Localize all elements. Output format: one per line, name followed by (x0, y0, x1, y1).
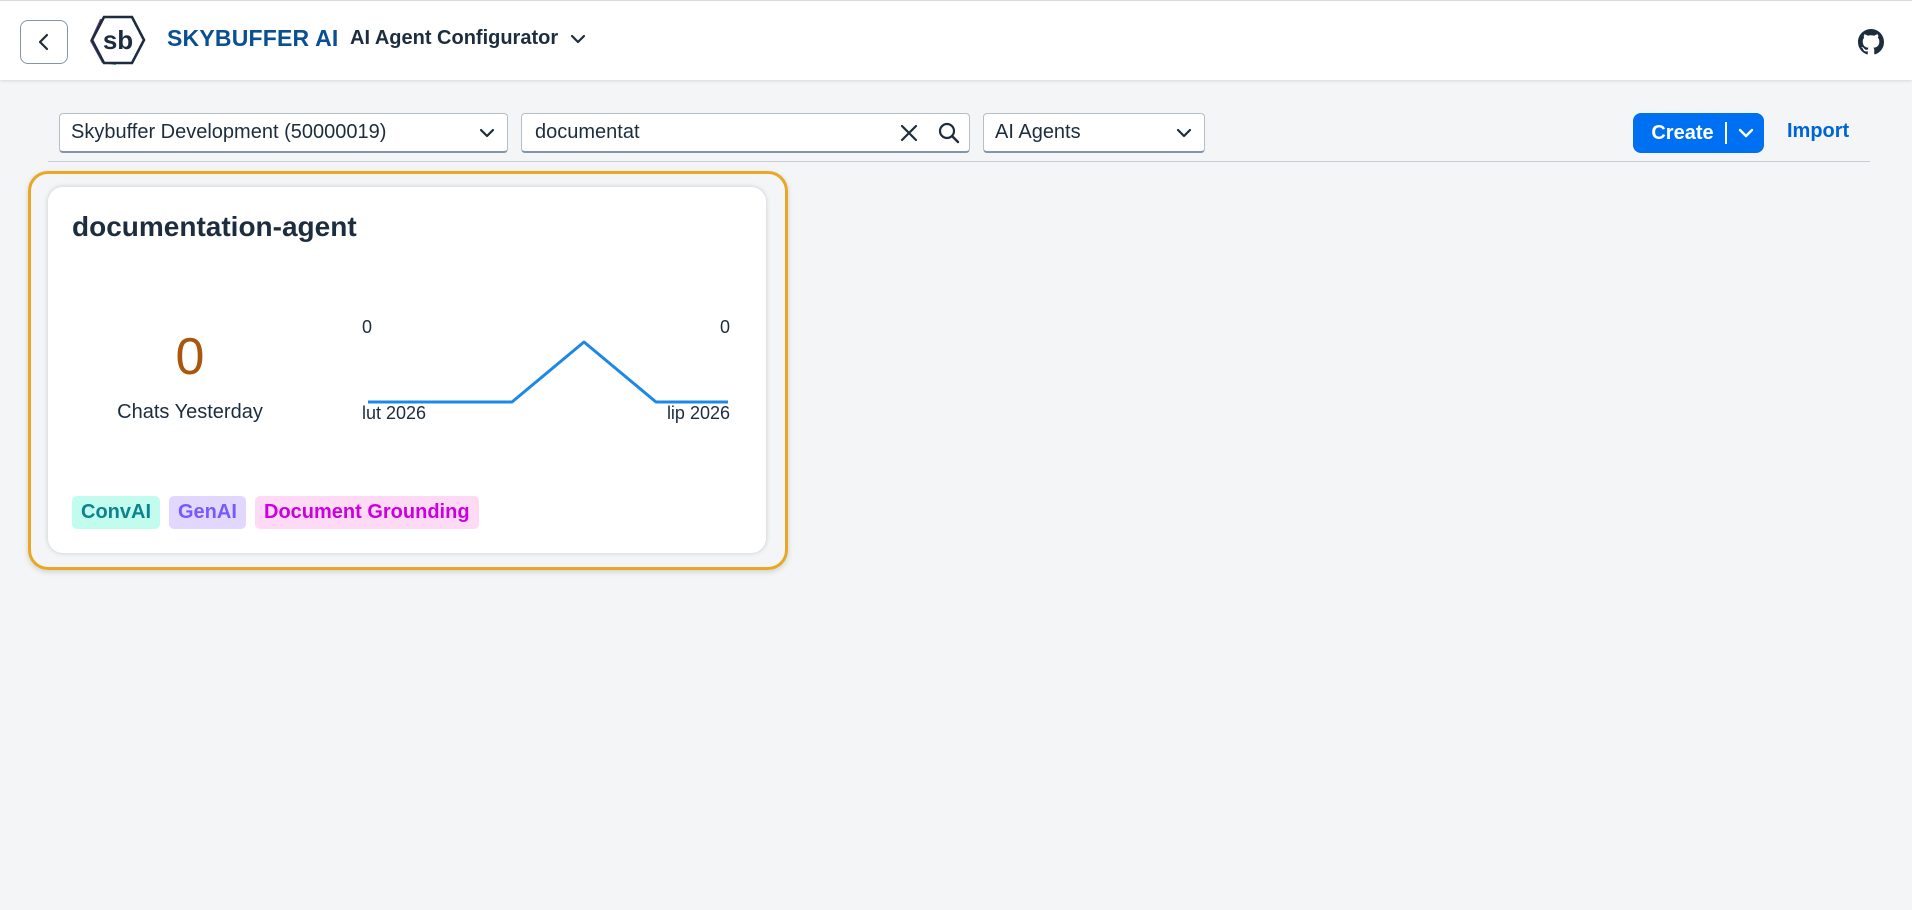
type-select-value: AI Agents (995, 121, 1081, 143)
chevron-down-icon (571, 34, 586, 43)
create-dropdown-button[interactable] (1727, 128, 1764, 138)
skybuffer-logo[interactable]: sb (86, 15, 146, 67)
sparkline-series (368, 340, 728, 404)
create-button-label: Create (1651, 121, 1714, 144)
search-field[interactable] (521, 113, 970, 153)
chevron-down-icon (479, 128, 495, 137)
tag-document-grounding: Document Grounding (255, 496, 479, 529)
brand-name: SKYBUFFER AI (167, 25, 339, 51)
clear-search-button[interactable] (889, 114, 929, 152)
chart-end-value: 0 (720, 317, 730, 337)
search-button[interactable] (929, 114, 969, 152)
chart-start-value: 0 (362, 317, 372, 337)
sparkline-chart: 0 0 lut 2026 lip 2026 (362, 317, 730, 423)
kpi-label: Chats Yesterday (117, 401, 263, 423)
type-select[interactable]: AI Agents (983, 113, 1205, 153)
search-icon (938, 122, 960, 143)
chart-end-label: lip 2026 (667, 403, 730, 423)
shell-bar: sb SKYBUFFER AI AI Agent Configurator (0, 0, 1912, 80)
github-icon[interactable] (1858, 29, 1884, 55)
kpi-value: 0 (175, 328, 205, 386)
search-input[interactable] (522, 121, 889, 144)
agent-card-title: documentation-agent (72, 211, 357, 242)
tag-convai: ConvAI (72, 496, 160, 529)
agent-card[interactable]: documentation-agent 0 Chats Yesterday 0 … (47, 186, 767, 554)
create-split-button[interactable]: Create (1633, 113, 1764, 153)
system-select[interactable]: Skybuffer Development (50000019) (59, 113, 508, 153)
tag-genai: GenAI (169, 496, 246, 529)
app-title: AI Agent Configurator (350, 27, 559, 49)
chevron-down-icon (1176, 128, 1192, 137)
back-arrow-icon (38, 33, 49, 51)
chart-start-label: lut 2026 (362, 403, 426, 423)
import-button[interactable]: Import (1787, 120, 1849, 143)
close-icon (900, 124, 918, 141)
toolbar-divider (48, 161, 1870, 162)
chevron-down-icon (1738, 128, 1753, 138)
type-select-dropdown[interactable] (1164, 114, 1204, 152)
system-select-value: Skybuffer Development (50000019) (71, 121, 387, 143)
logo-text: sb (103, 25, 133, 55)
back-button[interactable] (20, 20, 68, 64)
app-title-menu[interactable]: AI Agent Configurator (350, 27, 586, 50)
system-select-dropdown[interactable] (467, 114, 507, 152)
